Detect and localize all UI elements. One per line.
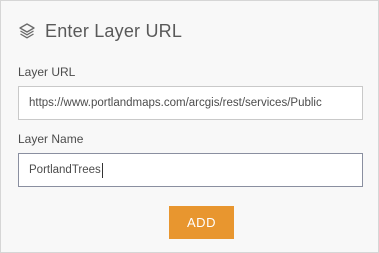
layers-icon bbox=[18, 22, 36, 40]
add-button[interactable]: ADD bbox=[169, 206, 234, 239]
text-caret bbox=[101, 162, 103, 178]
layer-name-input[interactable]: PortlandTrees bbox=[18, 153, 363, 187]
panel-title: Enter Layer URL bbox=[45, 20, 183, 41]
layer-url-label: Layer URL bbox=[18, 65, 76, 79]
layer-name-value: PortlandTrees bbox=[29, 164, 101, 176]
panel-header: Enter Layer URL bbox=[18, 19, 182, 43]
add-layer-panel: Enter Layer URL Layer URL https://www.po… bbox=[0, 0, 379, 253]
layer-name-label: Layer Name bbox=[18, 132, 84, 146]
layer-url-value: https://www.portlandmaps.com/arcgis/rest… bbox=[29, 97, 322, 109]
layer-url-input[interactable]: https://www.portlandmaps.com/arcgis/rest… bbox=[18, 86, 363, 120]
